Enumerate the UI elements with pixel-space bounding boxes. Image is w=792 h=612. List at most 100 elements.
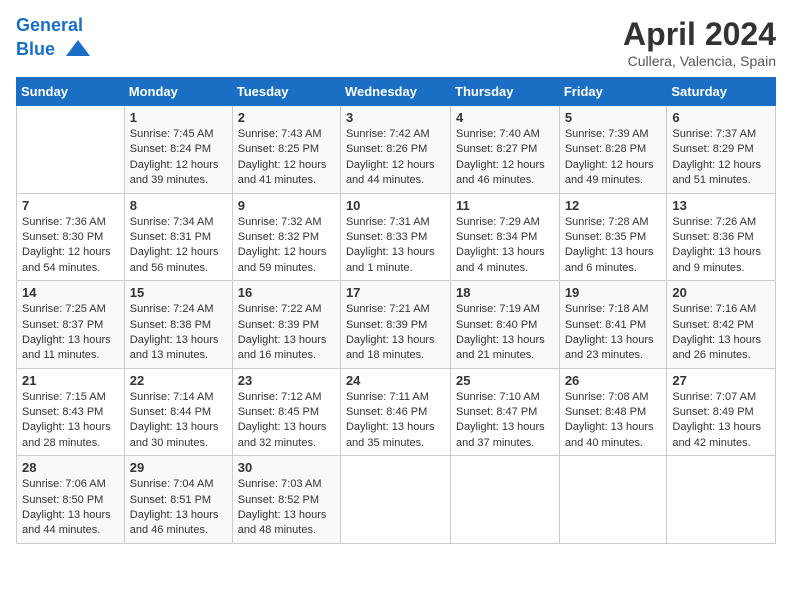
day-number: 25 [456, 373, 554, 388]
calendar-cell: 19 Sunrise: 7:18 AM Sunset: 8:41 PM Dayl… [559, 281, 667, 369]
daylight-text: Daylight: 13 hours and 28 minutes. [22, 421, 111, 448]
sunrise-text: Sunrise: 7:19 AM [456, 303, 540, 315]
daylight-text: Daylight: 12 hours and 49 minutes. [565, 159, 654, 186]
sunrise-text: Sunrise: 7:11 AM [346, 391, 429, 403]
day-number: 8 [130, 198, 227, 213]
col-header-sunday: Sunday [17, 78, 125, 106]
daylight-text: Daylight: 12 hours and 46 minutes. [456, 159, 545, 186]
day-info: Sunrise: 7:36 AM Sunset: 8:30 PM Dayligh… [22, 215, 119, 277]
calendar-cell: 5 Sunrise: 7:39 AM Sunset: 8:28 PM Dayli… [559, 106, 667, 194]
logo-line1: General [16, 16, 92, 36]
sunrise-text: Sunrise: 7:39 AM [565, 128, 649, 140]
daylight-text: Daylight: 13 hours and 26 minutes. [672, 334, 761, 361]
day-number: 6 [672, 110, 770, 125]
title-block: April 2024 Cullera, Valencia, Spain [623, 16, 776, 69]
sunrise-text: Sunrise: 7:06 AM [22, 478, 106, 490]
daylight-text: Daylight: 13 hours and 30 minutes. [130, 421, 219, 448]
daylight-text: Daylight: 13 hours and 4 minutes. [456, 246, 545, 273]
sunset-text: Sunset: 8:24 PM [130, 143, 211, 155]
sunset-text: Sunset: 8:29 PM [672, 143, 753, 155]
sunrise-text: Sunrise: 7:32 AM [238, 216, 322, 228]
day-number: 11 [456, 198, 554, 213]
calendar-week-row: 21 Sunrise: 7:15 AM Sunset: 8:43 PM Dayl… [17, 368, 776, 456]
sunrise-text: Sunrise: 7:10 AM [456, 391, 540, 403]
daylight-text: Daylight: 12 hours and 54 minutes. [22, 246, 111, 273]
sunrise-text: Sunrise: 7:25 AM [22, 303, 106, 315]
sunset-text: Sunset: 8:34 PM [456, 231, 537, 243]
calendar-table: SundayMondayTuesdayWednesdayThursdayFrid… [16, 77, 776, 544]
calendar-cell: 7 Sunrise: 7:36 AM Sunset: 8:30 PM Dayli… [17, 193, 125, 281]
calendar-cell: 26 Sunrise: 7:08 AM Sunset: 8:48 PM Dayl… [559, 368, 667, 456]
calendar-cell [667, 456, 776, 544]
col-header-monday: Monday [124, 78, 232, 106]
calendar-cell: 27 Sunrise: 7:07 AM Sunset: 8:49 PM Dayl… [667, 368, 776, 456]
daylight-text: Daylight: 13 hours and 48 minutes. [238, 509, 327, 536]
day-info: Sunrise: 7:31 AM Sunset: 8:33 PM Dayligh… [346, 215, 445, 277]
sunrise-text: Sunrise: 7:04 AM [130, 478, 214, 490]
day-info: Sunrise: 7:10 AM Sunset: 8:47 PM Dayligh… [456, 390, 554, 452]
day-info: Sunrise: 7:21 AM Sunset: 8:39 PM Dayligh… [346, 302, 445, 364]
calendar-cell: 14 Sunrise: 7:25 AM Sunset: 8:37 PM Dayl… [17, 281, 125, 369]
calendar-week-row: 14 Sunrise: 7:25 AM Sunset: 8:37 PM Dayl… [17, 281, 776, 369]
calendar-week-row: 7 Sunrise: 7:36 AM Sunset: 8:30 PM Dayli… [17, 193, 776, 281]
daylight-text: Daylight: 12 hours and 41 minutes. [238, 159, 327, 186]
day-number: 19 [565, 285, 662, 300]
daylight-text: Daylight: 13 hours and 42 minutes. [672, 421, 761, 448]
sunset-text: Sunset: 8:45 PM [238, 406, 319, 418]
sunset-text: Sunset: 8:30 PM [22, 231, 103, 243]
daylight-text: Daylight: 12 hours and 59 minutes. [238, 246, 327, 273]
sunset-text: Sunset: 8:31 PM [130, 231, 211, 243]
sunrise-text: Sunrise: 7:31 AM [346, 216, 430, 228]
day-number: 7 [22, 198, 119, 213]
col-header-thursday: Thursday [451, 78, 560, 106]
page-subtitle: Cullera, Valencia, Spain [623, 53, 776, 69]
daylight-text: Daylight: 12 hours and 51 minutes. [672, 159, 761, 186]
sunset-text: Sunset: 8:50 PM [22, 494, 103, 506]
day-number: 4 [456, 110, 554, 125]
daylight-text: Daylight: 13 hours and 32 minutes. [238, 421, 327, 448]
daylight-text: Daylight: 13 hours and 11 minutes. [22, 334, 111, 361]
day-number: 3 [346, 110, 445, 125]
calendar-cell: 13 Sunrise: 7:26 AM Sunset: 8:36 PM Dayl… [667, 193, 776, 281]
day-info: Sunrise: 7:32 AM Sunset: 8:32 PM Dayligh… [238, 215, 335, 277]
sunset-text: Sunset: 8:46 PM [346, 406, 427, 418]
calendar-cell: 29 Sunrise: 7:04 AM Sunset: 8:51 PM Dayl… [124, 456, 232, 544]
day-number: 26 [565, 373, 662, 388]
calendar-cell [17, 106, 125, 194]
sunset-text: Sunset: 8:51 PM [130, 494, 211, 506]
day-info: Sunrise: 7:45 AM Sunset: 8:24 PM Dayligh… [130, 127, 227, 189]
day-info: Sunrise: 7:15 AM Sunset: 8:43 PM Dayligh… [22, 390, 119, 452]
sunset-text: Sunset: 8:33 PM [346, 231, 427, 243]
day-info: Sunrise: 7:03 AM Sunset: 8:52 PM Dayligh… [238, 477, 335, 539]
sunrise-text: Sunrise: 7:34 AM [130, 216, 214, 228]
day-info: Sunrise: 7:34 AM Sunset: 8:31 PM Dayligh… [130, 215, 227, 277]
calendar-cell: 17 Sunrise: 7:21 AM Sunset: 8:39 PM Dayl… [340, 281, 450, 369]
calendar-cell: 6 Sunrise: 7:37 AM Sunset: 8:29 PM Dayli… [667, 106, 776, 194]
calendar-cell: 24 Sunrise: 7:11 AM Sunset: 8:46 PM Dayl… [340, 368, 450, 456]
sunrise-text: Sunrise: 7:08 AM [565, 391, 649, 403]
calendar-cell [559, 456, 667, 544]
day-info: Sunrise: 7:08 AM Sunset: 8:48 PM Dayligh… [565, 390, 662, 452]
sunrise-text: Sunrise: 7:16 AM [672, 303, 756, 315]
daylight-text: Daylight: 13 hours and 1 minute. [346, 246, 435, 273]
sunset-text: Sunset: 8:39 PM [238, 319, 319, 331]
calendar-cell: 30 Sunrise: 7:03 AM Sunset: 8:52 PM Dayl… [232, 456, 340, 544]
calendar-cell: 10 Sunrise: 7:31 AM Sunset: 8:33 PM Dayl… [340, 193, 450, 281]
sunrise-text: Sunrise: 7:43 AM [238, 128, 322, 140]
col-header-tuesday: Tuesday [232, 78, 340, 106]
day-number: 2 [238, 110, 335, 125]
sunrise-text: Sunrise: 7:40 AM [456, 128, 540, 140]
logo: General Blue [16, 16, 92, 64]
daylight-text: Daylight: 13 hours and 18 minutes. [346, 334, 435, 361]
sunrise-text: Sunrise: 7:29 AM [456, 216, 540, 228]
day-number: 12 [565, 198, 662, 213]
calendar-cell: 4 Sunrise: 7:40 AM Sunset: 8:27 PM Dayli… [451, 106, 560, 194]
sunset-text: Sunset: 8:42 PM [672, 319, 753, 331]
calendar-cell: 3 Sunrise: 7:42 AM Sunset: 8:26 PM Dayli… [340, 106, 450, 194]
sunset-text: Sunset: 8:37 PM [22, 319, 103, 331]
sunset-text: Sunset: 8:40 PM [456, 319, 537, 331]
daylight-text: Daylight: 13 hours and 40 minutes. [565, 421, 654, 448]
daylight-text: Daylight: 12 hours and 39 minutes. [130, 159, 219, 186]
sunrise-text: Sunrise: 7:12 AM [238, 391, 322, 403]
sunrise-text: Sunrise: 7:42 AM [346, 128, 430, 140]
